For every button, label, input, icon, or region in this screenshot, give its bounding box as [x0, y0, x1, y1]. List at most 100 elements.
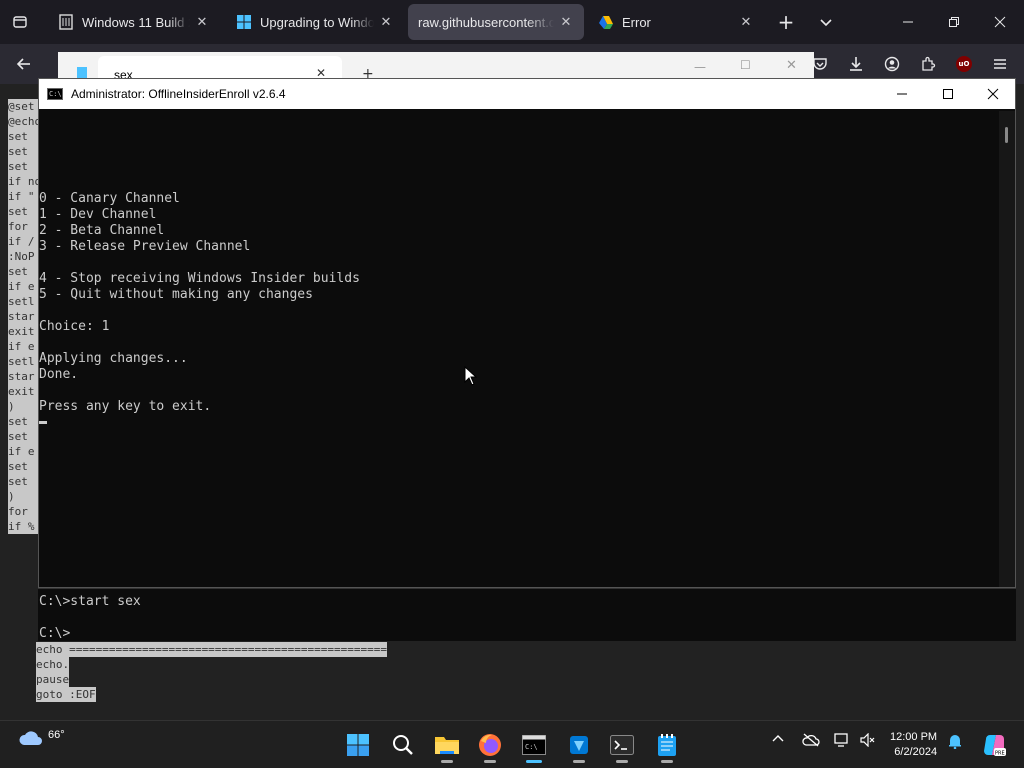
scrollbar-thumb[interactable] — [1005, 127, 1008, 143]
account-icon[interactable] — [878, 50, 906, 78]
script-line: goto :EOF — [36, 687, 96, 702]
script-line: exit — [8, 324, 38, 339]
new-tab-button[interactable]: + — [772, 8, 800, 36]
console-line: 2 - Beta Channel — [39, 223, 165, 238]
notification-bell-icon[interactable] — [948, 733, 962, 753]
script-line: set — [8, 474, 38, 489]
weather-temperature: 66° — [48, 729, 65, 741]
console-line: 5 - Quit without making any changes — [39, 287, 313, 302]
minimize-browser-icon[interactable] — [894, 8, 922, 36]
tab-windows-build[interactable]: Windows 11 Build 2610 ✕ — [48, 4, 220, 40]
svg-text:C:\: C:\ — [525, 743, 538, 751]
extensions-icon[interactable] — [914, 50, 942, 78]
close-tab-icon[interactable]: ✕ — [194, 14, 210, 30]
close-tab-icon[interactable]: ✕ — [558, 14, 574, 30]
script-line: exit — [8, 384, 38, 399]
script-text: @set @echo set set set if no if " set for if… — [8, 99, 38, 534]
volume-muted-icon[interactable] — [860, 732, 876, 751]
terminal-icon[interactable] — [606, 729, 638, 763]
downloads-icon[interactable] — [842, 50, 870, 78]
script-line: pause — [36, 672, 70, 687]
script-line: ) — [8, 399, 38, 414]
script-line: echo. — [36, 657, 70, 672]
console-line: Done. — [39, 367, 79, 382]
tab-title: Upgrading to Windows — [260, 14, 374, 30]
cmd-icon: C:\ — [47, 88, 63, 100]
network-icon[interactable] — [834, 733, 850, 751]
clock-time: 12:00 PM — [890, 731, 938, 743]
console-line: Choice: 1 — [39, 319, 110, 334]
browser-tabbar: Windows 11 Build 2610 ✕ Upgrading to Win… — [0, 0, 1024, 44]
script-line: ) — [8, 489, 38, 504]
script-line: set — [8, 144, 38, 159]
script-line: for — [8, 219, 38, 234]
close-tab-icon[interactable]: ✕ — [378, 14, 394, 30]
azure-data-studio-icon[interactable] — [563, 729, 595, 763]
script-line: if e — [8, 339, 38, 354]
start-windows-icon[interactable] — [342, 729, 374, 761]
running-indicator — [526, 760, 542, 763]
search-icon[interactable] — [387, 729, 419, 761]
console-line: Press any key to exit. — [39, 399, 212, 414]
cloud-icon — [19, 731, 42, 745]
maximize-icon[interactable]: ☐ — [740, 58, 751, 72]
running-indicator — [484, 760, 496, 763]
notepad-icon[interactable] — [651, 729, 683, 763]
windows-logo-icon — [237, 15, 251, 29]
running-indicator — [616, 760, 628, 763]
script-line: if e — [8, 279, 38, 294]
script-line: star — [8, 309, 38, 324]
tab-upgrading-windows[interactable]: Upgrading to Windows ✕ — [226, 4, 404, 40]
ublock-icon[interactable]: uO — [950, 50, 978, 78]
taskbar-clock[interactable]: 12:00 PM 6/2/2024 — [890, 730, 937, 760]
back-arrow-icon[interactable] — [10, 50, 38, 78]
script-line: set — [8, 459, 38, 474]
minimize-icon[interactable]: — — [694, 60, 706, 74]
console-line: 3 - Release Preview Channel — [39, 239, 251, 254]
close-tab-icon[interactable]: ✕ — [738, 14, 754, 30]
copilot-icon[interactable]: PRE — [978, 729, 1010, 761]
close-icon[interactable]: ✕ — [786, 58, 797, 73]
console-cursor — [39, 415, 999, 431]
list-tabs-icon[interactable] — [812, 8, 840, 36]
tab-error[interactable]: Error ✕ — [588, 4, 764, 40]
console-window: C:\ Administrator: OfflineInsiderEnroll … — [38, 78, 1016, 588]
script-line: echo ===================================… — [36, 642, 387, 657]
running-indicator — [573, 760, 585, 763]
tab-overview-icon[interactable] — [6, 8, 34, 36]
close-icon[interactable] — [970, 79, 1016, 109]
script-line: setl — [8, 294, 38, 309]
weather-widget[interactable]: 66° — [18, 727, 65, 749]
script-line: if e — [8, 444, 38, 459]
lower-console[interactable]: C:\>start sex C:\> — [38, 588, 1016, 641]
script-line: star — [8, 369, 38, 384]
console-title: Administrator: OfflineInsiderEnroll v2.6… — [71, 87, 286, 101]
script-line: if % — [8, 519, 38, 534]
script-line: set — [8, 264, 38, 279]
script-line: :NoP — [8, 249, 38, 264]
tab-title: Error — [622, 14, 651, 30]
console-scrollbar[interactable] — [999, 111, 1015, 587]
console-output[interactable]: 0 - Canary Channel 1 - Dev Channel 2 - Bet… — [39, 111, 999, 587]
clock-date: 6/2/2024 — [894, 746, 938, 758]
firefox-icon[interactable] — [474, 729, 506, 763]
minimize-icon[interactable] — [879, 79, 925, 109]
console-line: Applying changes... — [39, 351, 188, 366]
close-browser-icon[interactable] — [986, 8, 1014, 36]
script-line: if no — [8, 174, 38, 189]
onedrive-offline-icon[interactable] — [802, 733, 820, 751]
command-prompt-icon[interactable]: C:\ — [518, 729, 550, 763]
console-titlebar[interactable]: C:\ Administrator: OfflineInsiderEnroll … — [39, 79, 1015, 109]
menu-icon[interactable] — [986, 50, 1014, 78]
chevron-up-icon[interactable] — [772, 733, 784, 749]
script-line: set — [8, 159, 38, 174]
maximize-icon[interactable] — [925, 79, 971, 109]
tab-raw-github[interactable]: raw.githubusercontent.com ✕ — [408, 4, 584, 40]
svg-text:PRE: PRE — [995, 751, 1005, 757]
taskbar: 66° C:\ 12:00 PM 6/2/2024 PRE — [0, 720, 1024, 768]
tab-title: Windows 11 Build 2610 — [82, 14, 190, 30]
file-explorer-icon[interactable] — [431, 729, 463, 763]
script-line: setl — [8, 354, 38, 369]
restore-browser-icon[interactable] — [940, 8, 968, 36]
